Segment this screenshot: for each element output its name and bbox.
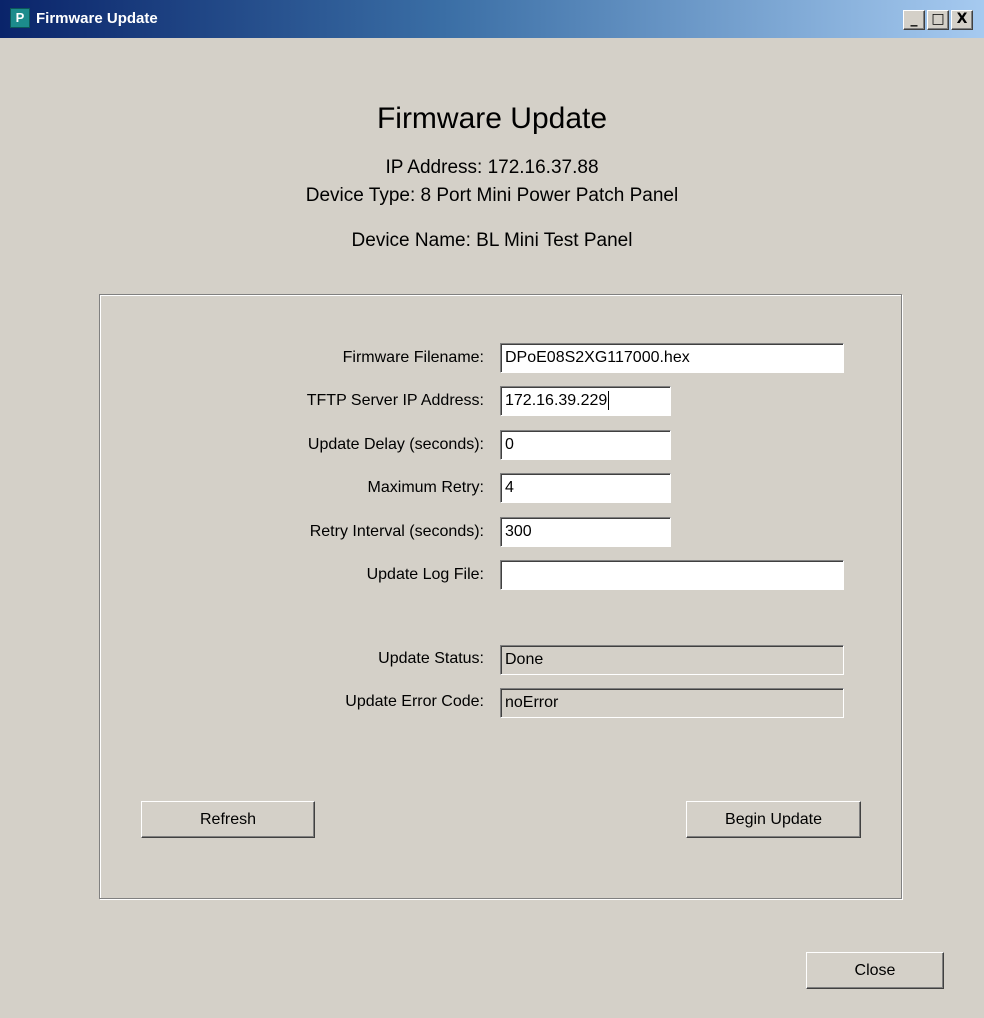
app-icon: P bbox=[10, 8, 30, 28]
text-cursor bbox=[608, 391, 610, 411]
error-code-label: Update Error Code: bbox=[345, 693, 484, 710]
max-retry-value: 4 bbox=[505, 479, 514, 496]
tftp-server-label: TFTP Server IP Address: bbox=[306, 392, 484, 409]
max-retry-input[interactable]: 4 bbox=[500, 473, 671, 503]
error-code-value: noError bbox=[505, 694, 559, 711]
device-type-text: Device Type: 8 Port Mini Power Patch Pan… bbox=[305, 185, 679, 206]
update-status-field: Done bbox=[500, 645, 844, 675]
begin-update-button[interactable]: Begin Update bbox=[686, 801, 861, 838]
maximize-button[interactable]: □ bbox=[927, 10, 949, 30]
title-bar: P Firmware Update _ □ X bbox=[0, 0, 984, 38]
close-button[interactable]: Close bbox=[806, 952, 944, 989]
firmware-filename-value: DPoE08S2XG117000.hex bbox=[505, 349, 690, 366]
log-file-input[interactable] bbox=[500, 560, 844, 590]
retry-interval-value: 300 bbox=[505, 523, 532, 540]
update-status-label: Update Status: bbox=[378, 650, 484, 667]
max-retry-label: Maximum Retry: bbox=[367, 479, 484, 496]
retry-interval-input[interactable]: 300 bbox=[500, 517, 671, 547]
log-file-label: Update Log File: bbox=[366, 566, 484, 583]
firmware-filename-input[interactable]: DPoE08S2XG117000.hex bbox=[500, 343, 844, 373]
device-name-text: Device Name: BL Mini Test Panel bbox=[351, 230, 633, 251]
update-delay-input[interactable]: 0 bbox=[500, 430, 671, 460]
minimize-button[interactable]: _ bbox=[903, 10, 925, 30]
refresh-button[interactable]: Refresh bbox=[141, 801, 315, 838]
retry-interval-label: Retry Interval (seconds): bbox=[309, 523, 484, 540]
error-code-field: noError bbox=[500, 688, 844, 718]
update-delay-label: Update Delay (seconds): bbox=[307, 436, 484, 453]
page-title: Firmware Update bbox=[376, 102, 608, 135]
update-delay-value: 0 bbox=[505, 436, 514, 453]
firmware-filename-label: Firmware Filename: bbox=[342, 349, 484, 366]
ip-address-text: IP Address: 172.16.37.88 bbox=[385, 157, 599, 178]
window-title: Firmware Update bbox=[36, 10, 158, 27]
tftp-server-input[interactable]: 172.16.39.229 bbox=[500, 386, 671, 416]
tftp-server-value: 172.16.39.229 bbox=[505, 392, 608, 409]
close-window-button[interactable]: X bbox=[951, 10, 973, 30]
update-status-value: Done bbox=[505, 651, 544, 668]
